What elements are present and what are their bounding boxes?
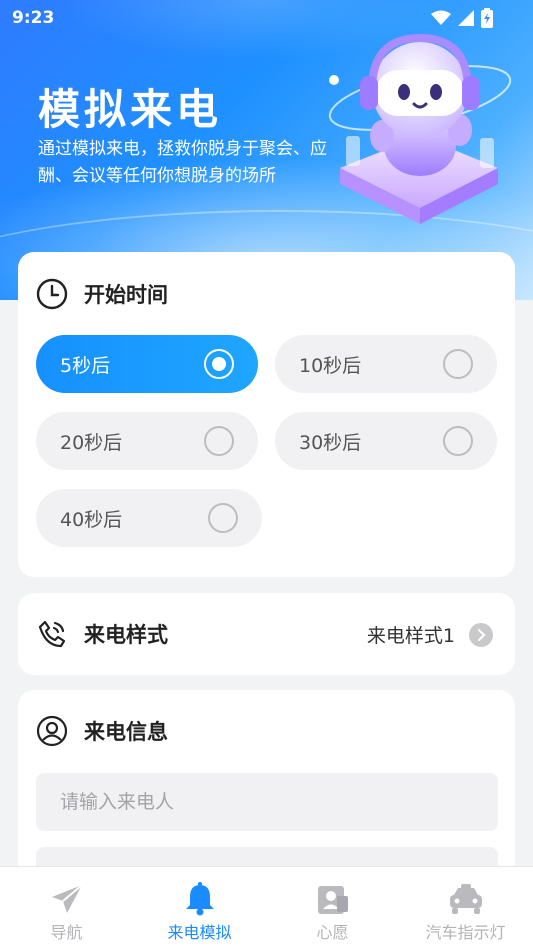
nav-label: 导航 [50, 923, 83, 942]
call-style-row[interactable]: 来电样式 来电样式1 [18, 593, 515, 675]
start-time-option-10s[interactable]: 10秒后 [275, 335, 497, 393]
option-label: 10秒后 [299, 354, 362, 377]
option-label: 5秒后 [60, 354, 111, 377]
start-time-card: 开始时间 5秒后 10秒后 20秒后 30秒后 40秒后 [18, 252, 515, 577]
wish-card-icon [317, 881, 349, 917]
call-style-header: 来电样式 [36, 618, 168, 650]
call-style-value: 来电样式1 [366, 625, 455, 647]
option-label: 40秒后 [60, 508, 123, 531]
call-info-card: 来电信息 [18, 690, 515, 890]
call-style-title: 来电样式 [84, 623, 168, 647]
bell-icon [184, 881, 216, 917]
status-time: 9:23 [12, 8, 55, 28]
robot-mascot-illustration [328, 33, 512, 224]
call-info-title: 来电信息 [84, 720, 168, 744]
option-label: 30秒后 [299, 431, 362, 454]
start-time-header: 开始时间 [36, 278, 168, 310]
clock-icon [36, 278, 68, 310]
page-description: 通过模拟来电，拯救你脱身于聚会、应酬、会议等任何你想脱身的场所 [38, 139, 327, 186]
radio-unchecked-icon [204, 426, 234, 456]
nav-item-call-simulation[interactable]: 来电模拟 [133, 867, 266, 948]
option-label: 20秒后 [60, 431, 123, 454]
nav-label: 汽车指示灯 [425, 923, 506, 942]
phone-ringing-icon [38, 620, 66, 648]
start-time-option-30s[interactable]: 30秒后 [275, 412, 497, 470]
radio-unchecked-icon [443, 349, 473, 379]
nav-item-wish[interactable]: 心愿 [266, 867, 399, 948]
chevron-right-icon [469, 622, 493, 647]
caller-name-input[interactable] [36, 773, 498, 831]
start-time-option-5s[interactable]: 5秒后 [36, 335, 258, 393]
start-time-title: 开始时间 [84, 283, 168, 307]
user-icon [36, 715, 68, 747]
nav-label: 心愿 [316, 923, 349, 942]
radio-unchecked-icon [443, 426, 473, 456]
page-title: 模拟来电 [38, 85, 223, 134]
call-info-header: 来电信息 [36, 715, 168, 747]
start-time-option-20s[interactable]: 20秒后 [36, 412, 258, 470]
car-icon [448, 881, 484, 917]
radio-unchecked-icon [208, 503, 238, 533]
radio-checked-icon [204, 349, 234, 379]
nav-item-car-indicator[interactable]: 汽车指示灯 [399, 867, 532, 948]
bottom-navigation: 导航 来电模拟 心愿 汽车指示灯 [0, 866, 533, 948]
call-style-value-group: 来电样式1 [367, 621, 493, 648]
nav-item-navigation[interactable]: 导航 [0, 867, 133, 948]
nav-label: 来电模拟 [167, 923, 232, 942]
paper-plane-icon [50, 881, 84, 917]
start-time-option-40s[interactable]: 40秒后 [36, 489, 262, 547]
